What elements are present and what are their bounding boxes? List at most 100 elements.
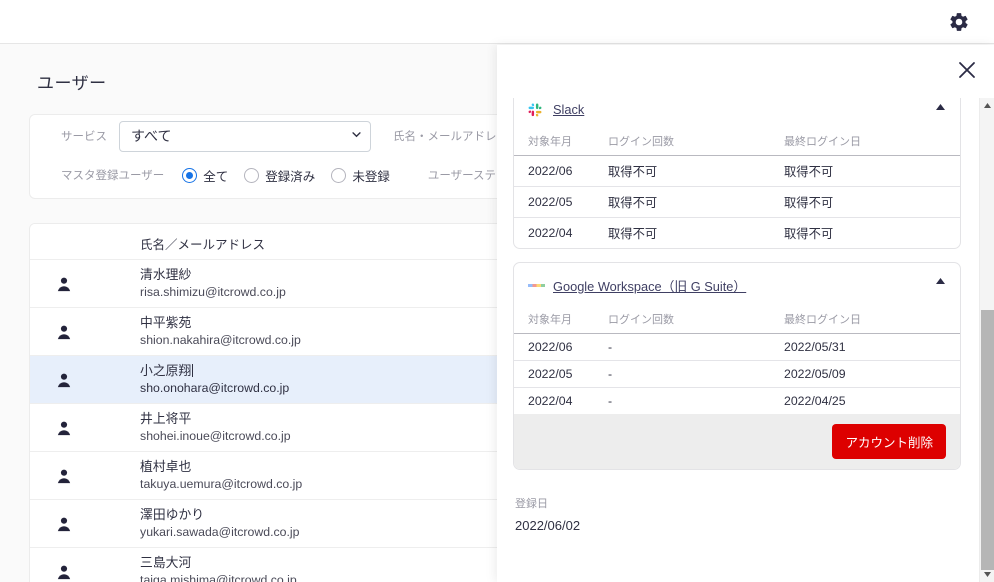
col-last-login: 最終ログイン日: [784, 305, 960, 334]
cell-month: 2022/05: [514, 360, 608, 388]
modal-scroll-area: 2022/05取得不可取得不可2022/04取得不可取得不可Slack対象年月ロ…: [497, 98, 994, 582]
cell-month: 2022/06: [514, 333, 608, 361]
radio-registered-label: 登録済み: [265, 169, 316, 184]
cell-month: 2022/05: [514, 186, 608, 218]
service-card: Slack 対象年月 ログイン回数 最終ログイン日 2022/06 取得不可 取得不可 202…: [513, 98, 961, 249]
scroll-up-arrow-icon[interactable]: [980, 98, 994, 113]
text-caret: [192, 364, 194, 377]
person-icon: [57, 469, 71, 483]
radio-item-registered[interactable]: 登録済み: [244, 166, 315, 185]
user-detail-modal: 2022/05取得不可取得不可2022/04取得不可取得不可Slack対象年月ロ…: [497, 45, 994, 582]
modal-scrollbar[interactable]: [979, 98, 994, 582]
cell-last-login: 2022/04/25: [784, 394, 846, 408]
login-history-head: 対象年月 ログイン回数 最終ログイン日: [514, 305, 960, 334]
row-avatar-cell: [30, 451, 141, 500]
master-radio-group: 全て 登録済み 未登録: [182, 166, 406, 185]
modal-scrollbar-thumb[interactable]: [981, 310, 994, 570]
row-avatar-cell: [30, 547, 141, 582]
person-icon: [57, 325, 71, 339]
modal-content: 2022/05取得不可取得不可2022/04取得不可取得不可Slack対象年月ロ…: [497, 98, 977, 533]
user-name: 三島大河: [140, 555, 192, 570]
radio-item-unregistered[interactable]: 未登録: [331, 166, 390, 185]
service-select-wrap: すべて: [119, 120, 371, 152]
user-name: 井上将平: [140, 411, 192, 426]
row-avatar-cell: [30, 355, 141, 404]
cell-last-login: 取得不可: [784, 186, 960, 218]
page-title: ユーザー: [37, 74, 107, 93]
radio-all-icon[interactable]: [182, 167, 198, 183]
login-history-row: 2022/06 取得不可 取得不可: [514, 155, 960, 187]
login-history-table: 対象年月 ログイン回数 最終ログイン日 2022/06-2022/05/31 2022/…: [514, 305, 960, 414]
login-history-row: 2022/05-2022/05/09: [514, 360, 960, 388]
login-history-row: 2022/04 取得不可 取得不可: [514, 218, 960, 249]
user-name: 中平紫苑: [140, 315, 192, 330]
col-month: 対象年月: [514, 305, 608, 334]
gear-icon[interactable]: [948, 11, 970, 33]
cell-last-login: 取得不可: [784, 155, 960, 187]
radio-registered-icon[interactable]: [244, 167, 260, 183]
person-icon: [57, 565, 71, 579]
col-last-login: 最終ログイン日: [784, 127, 960, 156]
login-history-row: 2022/05 取得不可 取得不可: [514, 186, 960, 218]
login-history-head: 対象年月 ログイン回数 最終ログイン日: [514, 127, 960, 156]
service-card-header: Slack: [514, 98, 960, 127]
service-link[interactable]: Google Workspace（旧 G Suite）: [553, 276, 746, 295]
person-icon: [57, 421, 71, 435]
top-bar: [0, 0, 994, 44]
row-avatar-cell: [30, 259, 141, 308]
radio-unregistered-label: 未登録: [352, 169, 390, 184]
login-history-row: 2022/04 - 2022/04/25: [514, 388, 960, 415]
cell-last-login: 2022/05/09: [784, 360, 960, 388]
login-history-body: 2022/06 取得不可 取得不可 2022/05 取得不可 取得不可 2022/04 取得不…: [514, 155, 960, 249]
person-icon: [57, 373, 71, 387]
cell-login-count: -: [608, 333, 784, 361]
user-name: 清水理紗: [140, 267, 192, 282]
cell-login-count: -: [608, 360, 784, 388]
cell-month: 2022/04: [528, 394, 573, 408]
master-user-label: マスタ登録ユーザー: [61, 170, 165, 182]
person-icon: [57, 277, 71, 291]
delete-account-button[interactable]: アカウント削除: [832, 424, 946, 459]
registered-date-value: 2022/06/02: [515, 518, 581, 533]
row-avatar-cell: [30, 307, 141, 356]
login-history-row: 2022/06-2022/05/31: [514, 333, 960, 361]
col-login-count: ログイン回数: [608, 127, 784, 156]
person-icon: [57, 517, 71, 531]
service-card-header: Google Workspace（旧 G Suite）: [514, 263, 960, 305]
radio-item-all[interactable]: 全て: [182, 166, 228, 185]
login-history-header-row: 対象年月 ログイン回数 最終ログイン日: [514, 305, 960, 334]
user-name: 澤田ゆかり: [140, 507, 205, 522]
service-label: サービス: [61, 131, 107, 143]
name-mail-label: 氏名・メールアドレス: [393, 131, 508, 143]
radio-unregistered-icon[interactable]: [331, 167, 347, 183]
cell-month: 2022/06: [514, 155, 608, 187]
cell-last-login: 取得不可: [784, 227, 834, 241]
service-select[interactable]: すべて: [119, 120, 371, 152]
service-card: Google Workspace（旧 G Suite） 対象年月 ログイン回数 最終ロ…: [513, 262, 961, 470]
cell-login-count: 取得不可: [608, 155, 784, 187]
row-avatar-cell: [30, 499, 141, 548]
cell-login-count: 取得不可: [608, 186, 784, 218]
login-history-header-row: 対象年月 ログイン回数 最終ログイン日: [514, 127, 960, 156]
chevron-up-icon[interactable]: [935, 277, 946, 285]
service-link[interactable]: Slack: [553, 102, 584, 117]
scroll-down-arrow-icon[interactable]: [980, 567, 994, 582]
login-history-table: 対象年月 ログイン回数 最終ログイン日 2022/06 取得不可 取得不可 2022/05 取…: [514, 127, 960, 248]
cell-login-count: 取得不可: [608, 227, 658, 241]
col-avatar: [30, 224, 141, 260]
cell-login-count: -: [608, 394, 613, 408]
app-root: ユーザー サービス すべて 氏名・メールアドレス マスタ登録ユーザー 全て 登録…: [0, 0, 994, 582]
cell-last-login: 2022/05/31: [784, 333, 960, 361]
radio-all-label: 全て: [203, 169, 229, 184]
user-name: 植村卓也: [140, 459, 192, 474]
slack-icon: [528, 103, 542, 116]
registered-date-block: 登録日 2022/06/02: [513, 483, 961, 533]
close-icon[interactable]: [955, 58, 979, 82]
cell-month: 2022/04: [528, 226, 573, 240]
service-card-footer: アカウント削除: [514, 414, 960, 469]
col-login-count: ログイン回数: [608, 305, 784, 334]
google-workspace-icon: [528, 284, 545, 287]
col-month: 対象年月: [514, 127, 608, 156]
chevron-up-icon[interactable]: [935, 103, 946, 111]
user-name: 小之原翔: [140, 363, 194, 378]
